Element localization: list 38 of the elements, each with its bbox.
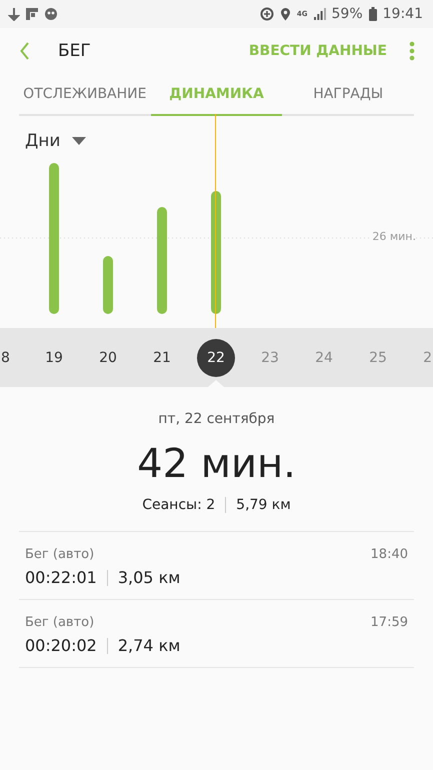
session-duration: 00:20:02 <box>25 636 97 655</box>
session-distance: 2,74 км <box>118 636 180 655</box>
dropdown-arrow-icon <box>72 137 86 145</box>
day-item[interactable]: 8 <box>0 338 27 376</box>
total-duration: 42 мин. <box>137 441 296 487</box>
more-icon <box>409 41 415 61</box>
session-count: Сеансы: 2 <box>142 497 216 513</box>
day-item[interactable]: 21 <box>135 338 189 376</box>
battery-icon <box>368 7 377 21</box>
day-item[interactable]: 20 <box>81 338 135 376</box>
session-time: 18:40 <box>370 547 408 562</box>
total-distance: 5,79 км <box>236 497 291 513</box>
session-time: 17:59 <box>370 615 408 630</box>
battery-percent: 59% <box>332 6 363 22</box>
data-saver-icon <box>260 7 274 21</box>
back-icon <box>20 42 30 60</box>
session-distance: 3,05 км <box>118 568 180 587</box>
signal-icon <box>314 8 326 20</box>
tab[interactable]: НАГРАДЫ <box>282 74 414 116</box>
day-item[interactable]: 22 <box>197 338 235 376</box>
session-duration: 00:22:01 <box>25 568 97 587</box>
tab[interactable]: ОТСЛЕЖИВАНИЕ <box>19 74 151 116</box>
session-row[interactable]: Бег (авто) 18:40 00:22:01 3,05 км <box>19 532 414 600</box>
bar <box>103 256 113 314</box>
app-icon <box>26 8 38 20</box>
day-item[interactable]: 19 <box>27 338 81 376</box>
back-button[interactable] <box>20 42 30 60</box>
session-name: Бег (авто) <box>25 547 94 562</box>
period-dropdown[interactable]: Дни <box>25 131 86 151</box>
session-name: Бег (авто) <box>25 615 94 630</box>
reference-label: 26 мин. <box>372 230 416 243</box>
notification-icon <box>8 7 20 21</box>
more-button[interactable] <box>409 41 415 61</box>
session-row[interactable]: Бег (авто) 17:59 00:20:02 2,74 км <box>19 600 414 668</box>
screen-title: БЕГ <box>58 41 92 61</box>
clock: 19:41 <box>382 6 423 22</box>
date-label: пт, 22 сентября <box>158 411 275 427</box>
location-icon <box>280 7 291 21</box>
